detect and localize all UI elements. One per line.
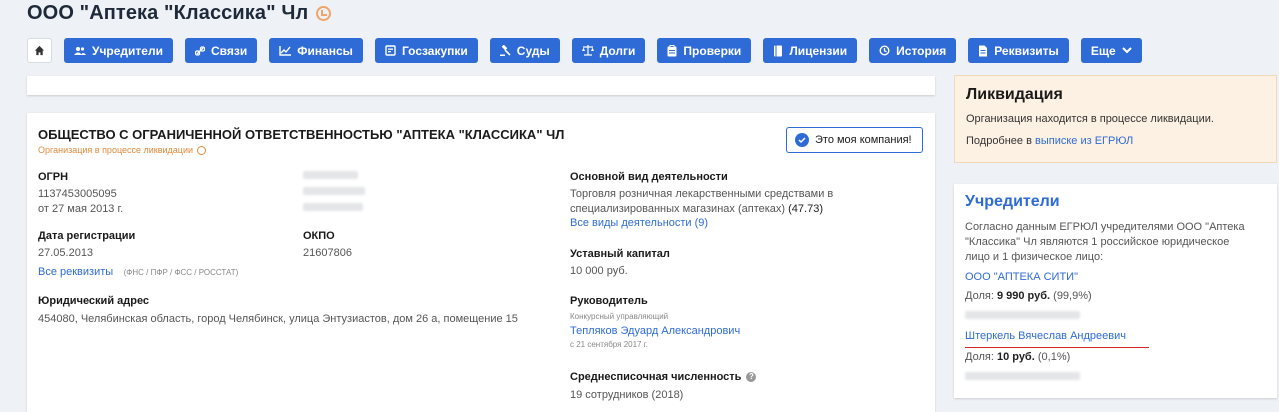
head-since: с 21 сентября 2017 г. (570, 340, 648, 349)
address-label: Юридический адрес (38, 295, 150, 307)
founder-share-label: Доля: (965, 290, 994, 302)
scales-icon (581, 45, 594, 56)
head-name-link[interactable]: Тепляков Эдуард Александрович (570, 325, 740, 337)
egrul-extract-link[interactable]: выписке из ЕГРЮЛ (1035, 135, 1133, 147)
status-clock-icon (197, 145, 207, 155)
okpo-field: ОКПО 21607806 (303, 230, 352, 261)
home-button[interactable] (27, 38, 52, 63)
activity-label: Основной вид деятельности (570, 171, 728, 183)
company-full-name: ОБЩЕСТВО С ОГРАНИЧЕННОЙ ОТВЕТСТВЕННОСТЬЮ… (38, 127, 565, 142)
founder-share-pct: (99,9%) (1053, 290, 1092, 302)
contract-icon (385, 45, 396, 56)
founder-share-value: 10 руб. (996, 351, 1035, 363)
shield-check-icon (795, 133, 809, 147)
capital-label: Уставный капитал (570, 248, 670, 260)
liquidation-more-prefix: Подробнее в (966, 135, 1032, 147)
tab-requisites[interactable]: Реквизиты (968, 38, 1069, 63)
link-icon (194, 45, 205, 56)
all-activities-link[interactable]: Все виды деятельности (9) (570, 217, 870, 229)
tab-licenses[interactable]: Лицензии (763, 38, 858, 63)
founder-share-label: Доля: (965, 351, 994, 363)
tab-label: Долги (599, 43, 636, 58)
chevron-down-icon (1121, 47, 1132, 54)
head-role: Конкурсный управляющий (570, 312, 669, 321)
ogrn-label: ОГРН (38, 171, 69, 183)
liquidation-card: Ликвидация Организация находится в проце… (954, 75, 1277, 163)
address-value: 454080, Челябинская область, город Челяб… (38, 313, 518, 325)
liquidation-more: Подробнее в выписке из ЕГРЮЛ (966, 135, 1133, 147)
all-requisites-link[interactable]: Все реквизиты (38, 266, 113, 278)
head-label: Руководитель (570, 295, 648, 307)
tab-label: Финансы (297, 43, 353, 58)
founder-name-link[interactable]: Штеркель Вячеслав Андреевич (965, 330, 1149, 348)
company-status-text: Организация в процессе ликвидации (38, 145, 194, 155)
company-status: Организация в процессе ликвидации (38, 145, 207, 155)
tab-inspections[interactable]: Проверки (657, 38, 752, 63)
tab-history[interactable]: История (869, 38, 957, 63)
tab-label: Еще (1090, 43, 1116, 58)
capital-field: Уставный капитал 10 000 руб. (570, 248, 670, 279)
tab-label: Суды (516, 43, 550, 58)
tab-procurement[interactable]: Госзакупки (374, 38, 478, 63)
chart-icon (279, 45, 292, 56)
tab-label: Госзакупки (401, 43, 468, 58)
address-field: Юридический адрес 454080, Челябинская об… (38, 295, 558, 327)
founder-item: ООО "АПТЕКА СИТИ" Доля: 9 990 руб. (99,9… (965, 271, 1092, 319)
its-my-company-label: Это моя компания! (815, 134, 912, 146)
tab-founders[interactable]: Учредители (64, 38, 173, 63)
tab-finance[interactable]: Финансы (269, 38, 363, 63)
tab-debts[interactable]: Долги (571, 38, 646, 63)
founders-description: Согласно данным ЕГРЮЛ учредителями ООО "… (965, 221, 1245, 263)
capital-value: 10 000 руб. (570, 265, 628, 277)
founder-item: Штеркель Вячеслав Андреевич Доля: 10 руб… (965, 330, 1149, 380)
ogrn-date: от 27 мая 2013 г. (38, 203, 124, 215)
tab-label: История (896, 43, 947, 58)
founder-share-pct: (0,1%) (1037, 351, 1071, 363)
ogrn-value: 1137453005095 (38, 188, 117, 200)
tab-label: Реквизиты (994, 43, 1059, 58)
founder-share-value: 9 990 руб. (996, 290, 1051, 302)
activity-field: Основной вид деятельности Торговля розни… (570, 171, 870, 229)
clipboard-icon (667, 44, 677, 56)
document-icon (979, 45, 988, 56)
tab-label: Учредители (92, 43, 163, 58)
okpo-value: 21607806 (303, 247, 352, 259)
okpo-label: ОКПО (303, 230, 335, 242)
inn-kpp-blurred (303, 171, 365, 211)
registration-field: Дата регистрации 27.05.2013 Все реквизит… (38, 230, 238, 280)
company-card: ОБЩЕСТВО С ОГРАНИЧЕННОЙ ОТВЕТСТВЕННОСТЬЮ… (27, 113, 935, 412)
liquidation-status-icon[interactable] (316, 6, 332, 21)
tab-more[interactable]: Еще (1080, 38, 1142, 63)
registration-label: Дата регистрации (38, 230, 136, 242)
info-icon[interactable]: ? (746, 372, 757, 382)
head-field: Руководитель Конкурсный управляющий Тепл… (570, 295, 740, 349)
tab-label: Проверки (683, 43, 742, 58)
tab-links[interactable]: Связи (184, 38, 258, 63)
founder-name-link[interactable]: ООО "АПТЕКА СИТИ" (965, 271, 1092, 283)
activity-code: (47.73) (788, 203, 823, 215)
users-icon (74, 46, 86, 55)
founders-card: Учредители Согласно данным ЕГРЮЛ учредит… (954, 184, 1277, 398)
tab-label: Лицензии (789, 43, 848, 58)
founders-title[interactable]: Учредители (965, 193, 1060, 211)
tab-courts[interactable]: Суды (489, 38, 560, 63)
title-row: ООО "Аптека "Классика" Чл (27, 2, 332, 25)
requisites-note: (ФНС / ПФР / ФСС / РОССТАТ) (123, 268, 239, 277)
home-icon (34, 45, 45, 56)
staff-value: 19 сотрудников (2018) (570, 389, 684, 401)
liquidation-title: Ликвидация (966, 86, 1063, 103)
tab-bar: Учредители Связи Финансы Госзакупки Суды… (27, 38, 1154, 63)
ogrn-field: ОГРН 1137453005095 от 27 мая 2013 г. (38, 171, 123, 217)
page-title: ООО "Аптека "Классика" Чл (27, 2, 309, 24)
gavel-icon (499, 45, 511, 56)
history-icon (879, 45, 890, 56)
liquidation-text: Организация находится в процессе ликвида… (966, 113, 1214, 125)
top-card (27, 76, 935, 95)
its-my-company-button[interactable]: Это моя компания! (786, 127, 923, 153)
book-icon (774, 45, 783, 56)
staff-field: Среднесписочная численность ? 19 сотрудн… (570, 371, 757, 403)
staff-label: Среднесписочная численность (570, 371, 742, 383)
tab-label: Связи (210, 43, 248, 58)
registration-value: 27.05.2013 (38, 247, 94, 259)
